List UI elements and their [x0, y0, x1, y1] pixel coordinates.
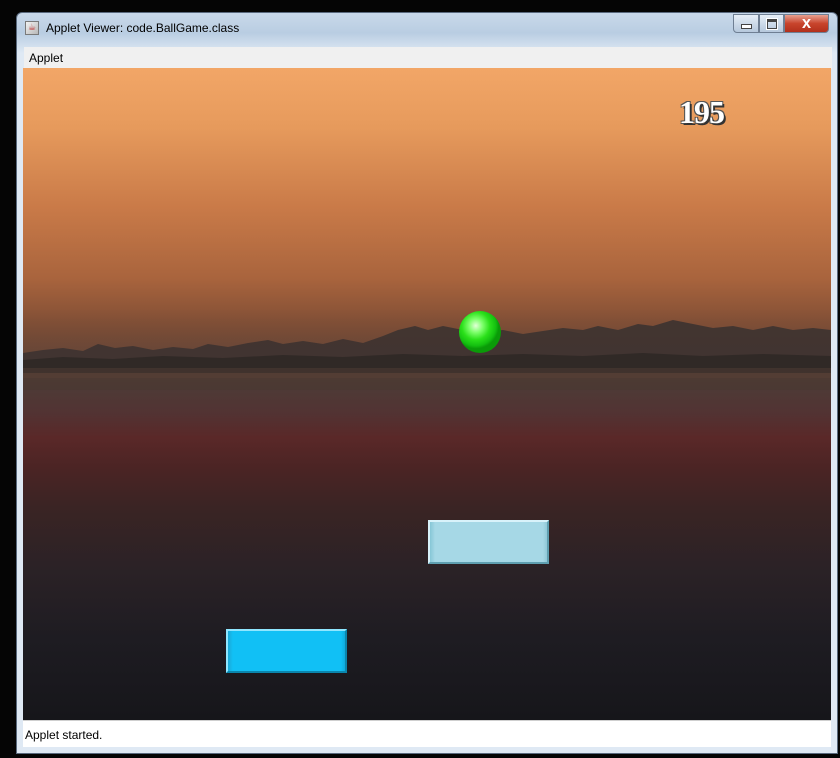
maximize-button[interactable] [759, 14, 784, 33]
desktop-background: ☕ Applet Viewer: code.BallGame.class X A… [0, 0, 840, 758]
minimize-icon [740, 24, 752, 29]
green-ball [459, 311, 501, 353]
menu-applet[interactable]: Applet [26, 51, 66, 65]
score-display: 195 [679, 94, 725, 130]
cyan-paddle[interactable] [226, 629, 347, 673]
title-bar[interactable]: ☕ Applet Viewer: code.BallGame.class X [17, 13, 837, 43]
close-button[interactable]: X [784, 14, 829, 33]
menu-bar: Applet [24, 47, 832, 69]
status-bar: Applet started. [23, 720, 831, 747]
status-text: Applet started. [25, 728, 103, 742]
java-applet-icon: ☕ [25, 21, 39, 35]
maximize-icon [765, 17, 778, 30]
close-icon: X [801, 16, 812, 31]
horizon-treeline [23, 308, 831, 390]
light-blue-paddle[interactable] [428, 520, 549, 564]
game-canvas[interactable]: 195 [23, 68, 831, 720]
minimize-button[interactable] [733, 14, 759, 33]
window-title: Applet Viewer: code.BallGame.class [46, 21, 240, 35]
